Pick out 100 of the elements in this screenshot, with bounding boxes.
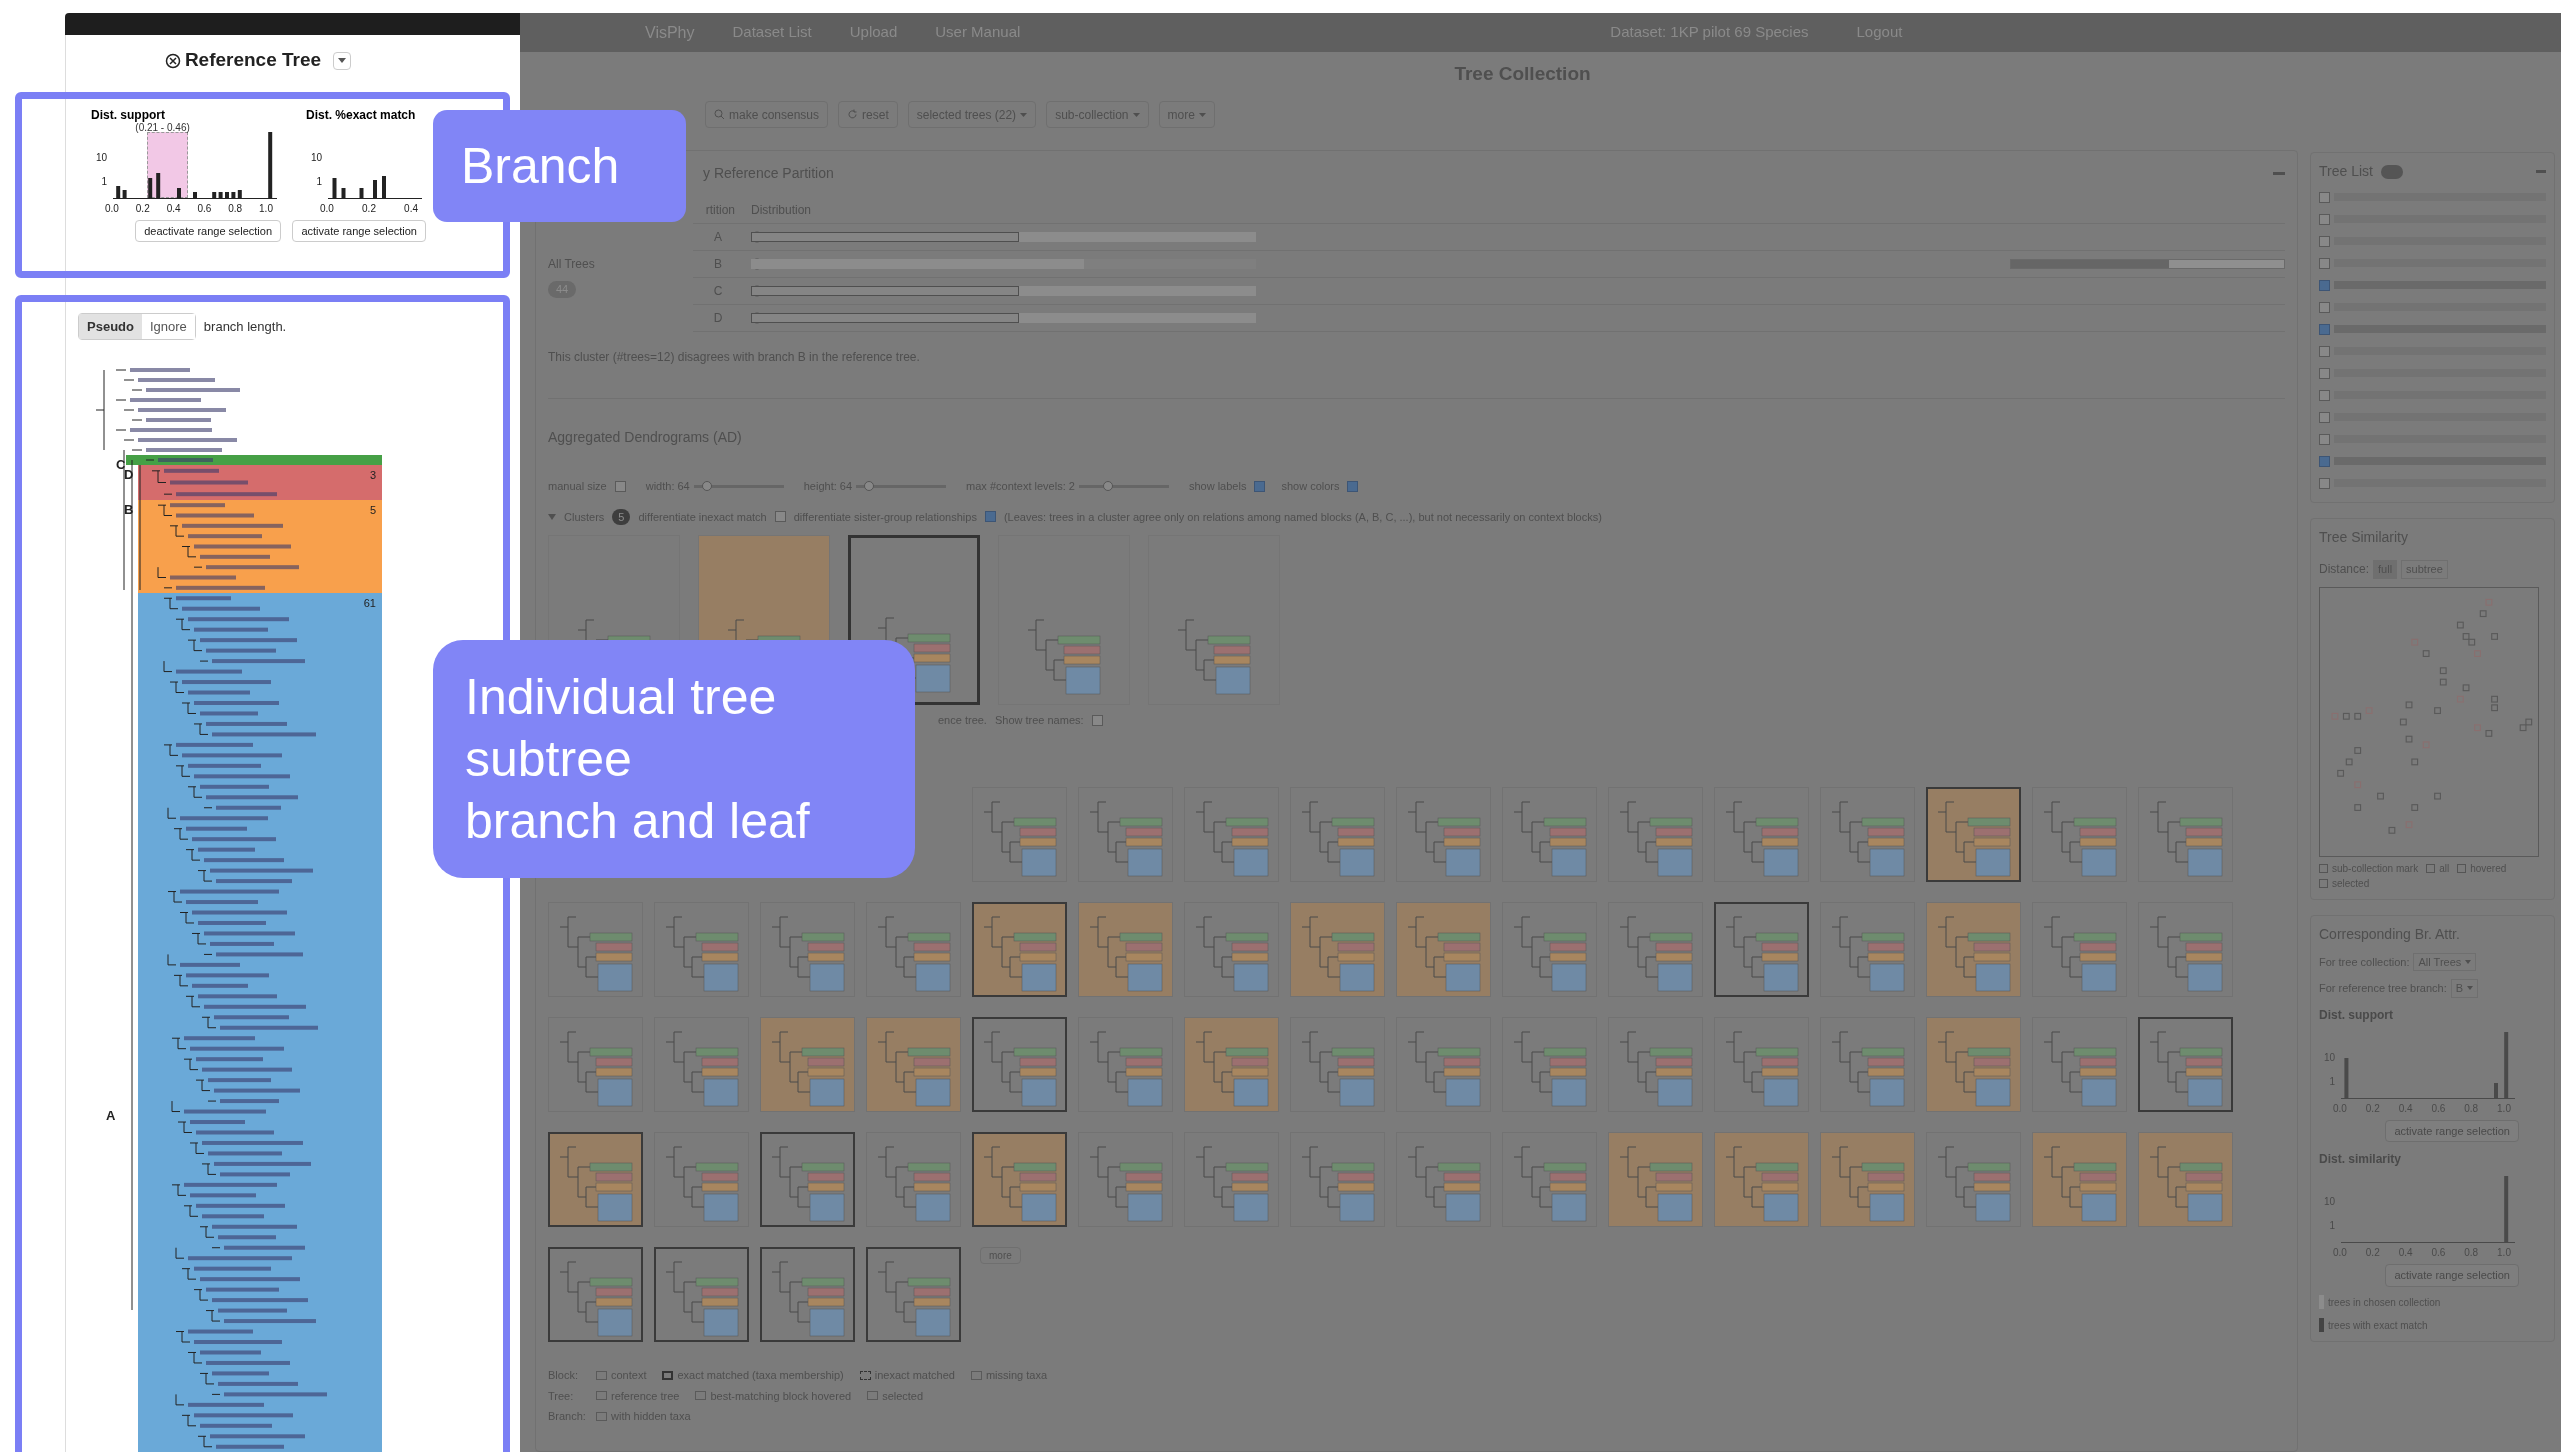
tree-thumbnail[interactable]	[866, 1132, 961, 1227]
tree-thumbnail[interactable]	[2032, 1132, 2127, 1227]
checkbox[interactable]	[2319, 367, 2330, 379]
checkbox[interactable]	[2319, 191, 2330, 203]
tree-thumbnail[interactable]	[654, 1017, 749, 1112]
tree-thumbnail[interactable]	[1608, 787, 1703, 882]
tree-thumbnail[interactable]	[1078, 1017, 1173, 1112]
tree-thumbnail[interactable]	[760, 1247, 855, 1342]
tree-thumbnail[interactable]	[2138, 902, 2233, 997]
tree-thumbnail[interactable]	[1078, 902, 1173, 997]
slider-thumb[interactable]	[1102, 480, 1113, 491]
slider-thumb[interactable]	[701, 480, 712, 491]
tree-thumbnail[interactable]	[1396, 787, 1491, 882]
tree-thumbnail[interactable]	[866, 1247, 961, 1342]
checkbox[interactable]	[984, 511, 996, 523]
tree-thumbnail[interactable]	[548, 1132, 643, 1227]
tree-thumbnail[interactable]	[1078, 787, 1173, 882]
tree-thumbnail[interactable]	[1714, 1132, 1809, 1227]
tree-thumbnail[interactable]	[866, 902, 961, 997]
tree-thumbnail[interactable]	[2138, 1132, 2233, 1227]
collapse-icon[interactable]	[2273, 171, 2285, 176]
tree-thumbnail[interactable]	[548, 902, 643, 997]
tree-thumbnail[interactable]	[1926, 902, 2021, 997]
segment-button[interactable]: Pseudo	[79, 313, 142, 339]
tree-thumbnail[interactable]	[654, 902, 749, 997]
tree-thumbnail[interactable]	[2032, 787, 2127, 882]
target-icon[interactable]	[164, 52, 181, 69]
clade-block[interactable]	[138, 500, 382, 593]
tree-thumbnail[interactable]	[760, 902, 855, 997]
tree-thumbnail[interactable]	[1714, 787, 1809, 882]
tree-thumbnail[interactable]	[1502, 787, 1597, 882]
checkbox[interactable]	[774, 511, 786, 523]
tree-thumbnail[interactable]	[1290, 787, 1385, 882]
tree-thumbnail[interactable]	[1184, 902, 1279, 997]
tree-thumbnail[interactable]	[1608, 1017, 1703, 1112]
tree-thumbnail[interactable]	[1820, 1017, 1915, 1112]
checkbox[interactable]	[1091, 714, 1103, 726]
tree-thumbnail[interactable]	[972, 1132, 1067, 1227]
checkbox[interactable]	[2319, 345, 2330, 357]
tree-thumbnail[interactable]	[1502, 1132, 1597, 1227]
tree-thumbnail[interactable]	[972, 787, 1067, 882]
tree-thumbnail[interactable]	[1926, 787, 2021, 882]
clade-block[interactable]	[138, 465, 382, 500]
tree-thumbnail[interactable]	[1820, 1132, 1915, 1227]
tree-thumbnail[interactable]	[1290, 1017, 1385, 1112]
checkbox[interactable]	[2319, 257, 2330, 269]
cluster-thumbnail[interactable]	[1148, 535, 1280, 705]
range-highlight[interactable]	[147, 131, 188, 198]
slider-thumb[interactable]	[864, 480, 875, 491]
tree-thumbnail[interactable]	[1926, 1017, 2021, 1112]
tree-thumbnail[interactable]	[760, 1132, 855, 1227]
tree-thumbnail[interactable]	[2138, 1017, 2233, 1112]
checkbox[interactable]	[2319, 411, 2330, 423]
tree-thumbnail[interactable]	[1290, 1132, 1385, 1227]
tree-thumbnail[interactable]	[1396, 1132, 1491, 1227]
checkbox[interactable]	[2319, 455, 2330, 467]
tree-thumbnail[interactable]	[760, 1017, 855, 1112]
tree-thumbnail[interactable]	[1396, 1017, 1491, 1112]
range-selection-button[interactable]: deactivate range selection	[135, 219, 281, 242]
tree-thumbnail[interactable]	[1502, 1017, 1597, 1112]
dropdown-button[interactable]	[333, 51, 352, 70]
clade-block[interactable]	[138, 593, 382, 1452]
collapse-icon[interactable]	[2536, 170, 2546, 173]
tree-thumbnail[interactable]	[2138, 787, 2233, 882]
checkbox[interactable]	[1347, 480, 1359, 492]
tree-thumbnail[interactable]	[1184, 1017, 1279, 1112]
tree-thumbnail[interactable]	[1608, 902, 1703, 997]
cluster-thumbnail[interactable]	[998, 535, 1130, 705]
tree-thumbnail[interactable]	[1608, 1132, 1703, 1227]
tree-thumbnail[interactable]	[972, 1017, 1067, 1112]
clade-block[interactable]	[126, 455, 382, 465]
tree-thumbnail[interactable]	[654, 1247, 749, 1342]
tree-thumbnail[interactable]	[1820, 902, 1915, 997]
tree-thumbnail[interactable]	[2032, 902, 2127, 997]
tree-thumbnail[interactable]	[548, 1017, 643, 1112]
checkbox[interactable]	[2319, 235, 2330, 247]
checkbox[interactable]	[2319, 301, 2330, 313]
tree-thumbnail[interactable]	[972, 902, 1067, 997]
tree-thumbnail[interactable]	[1184, 1132, 1279, 1227]
tree-thumbnail[interactable]	[2032, 1017, 2127, 1112]
checkbox[interactable]	[2319, 477, 2330, 489]
checkbox[interactable]	[2319, 389, 2330, 401]
checkbox[interactable]	[2319, 213, 2330, 225]
checkbox[interactable]	[2319, 433, 2330, 445]
tree-thumbnail[interactable]	[1396, 902, 1491, 997]
tree-thumbnail[interactable]	[1078, 1132, 1173, 1227]
cluster-thumbnail[interactable]	[848, 535, 980, 705]
tree-thumbnail[interactable]	[1502, 902, 1597, 997]
checkbox[interactable]	[2319, 323, 2330, 335]
tree-thumbnail[interactable]	[548, 1247, 643, 1342]
tree-thumbnail[interactable]	[1714, 902, 1809, 997]
expand-caret-icon[interactable]	[548, 513, 556, 520]
range-selection-button[interactable]: activate range selection	[292, 219, 426, 242]
checkbox[interactable]	[614, 480, 626, 492]
tree-thumbnail[interactable]	[1184, 787, 1279, 882]
tree-thumbnail[interactable]	[1926, 1132, 2021, 1227]
tree-thumbnail[interactable]	[1714, 1017, 1809, 1112]
tree-thumbnail[interactable]	[866, 1017, 961, 1112]
checkbox[interactable]	[2319, 279, 2330, 291]
tree-thumbnail[interactable]	[1820, 787, 1915, 882]
